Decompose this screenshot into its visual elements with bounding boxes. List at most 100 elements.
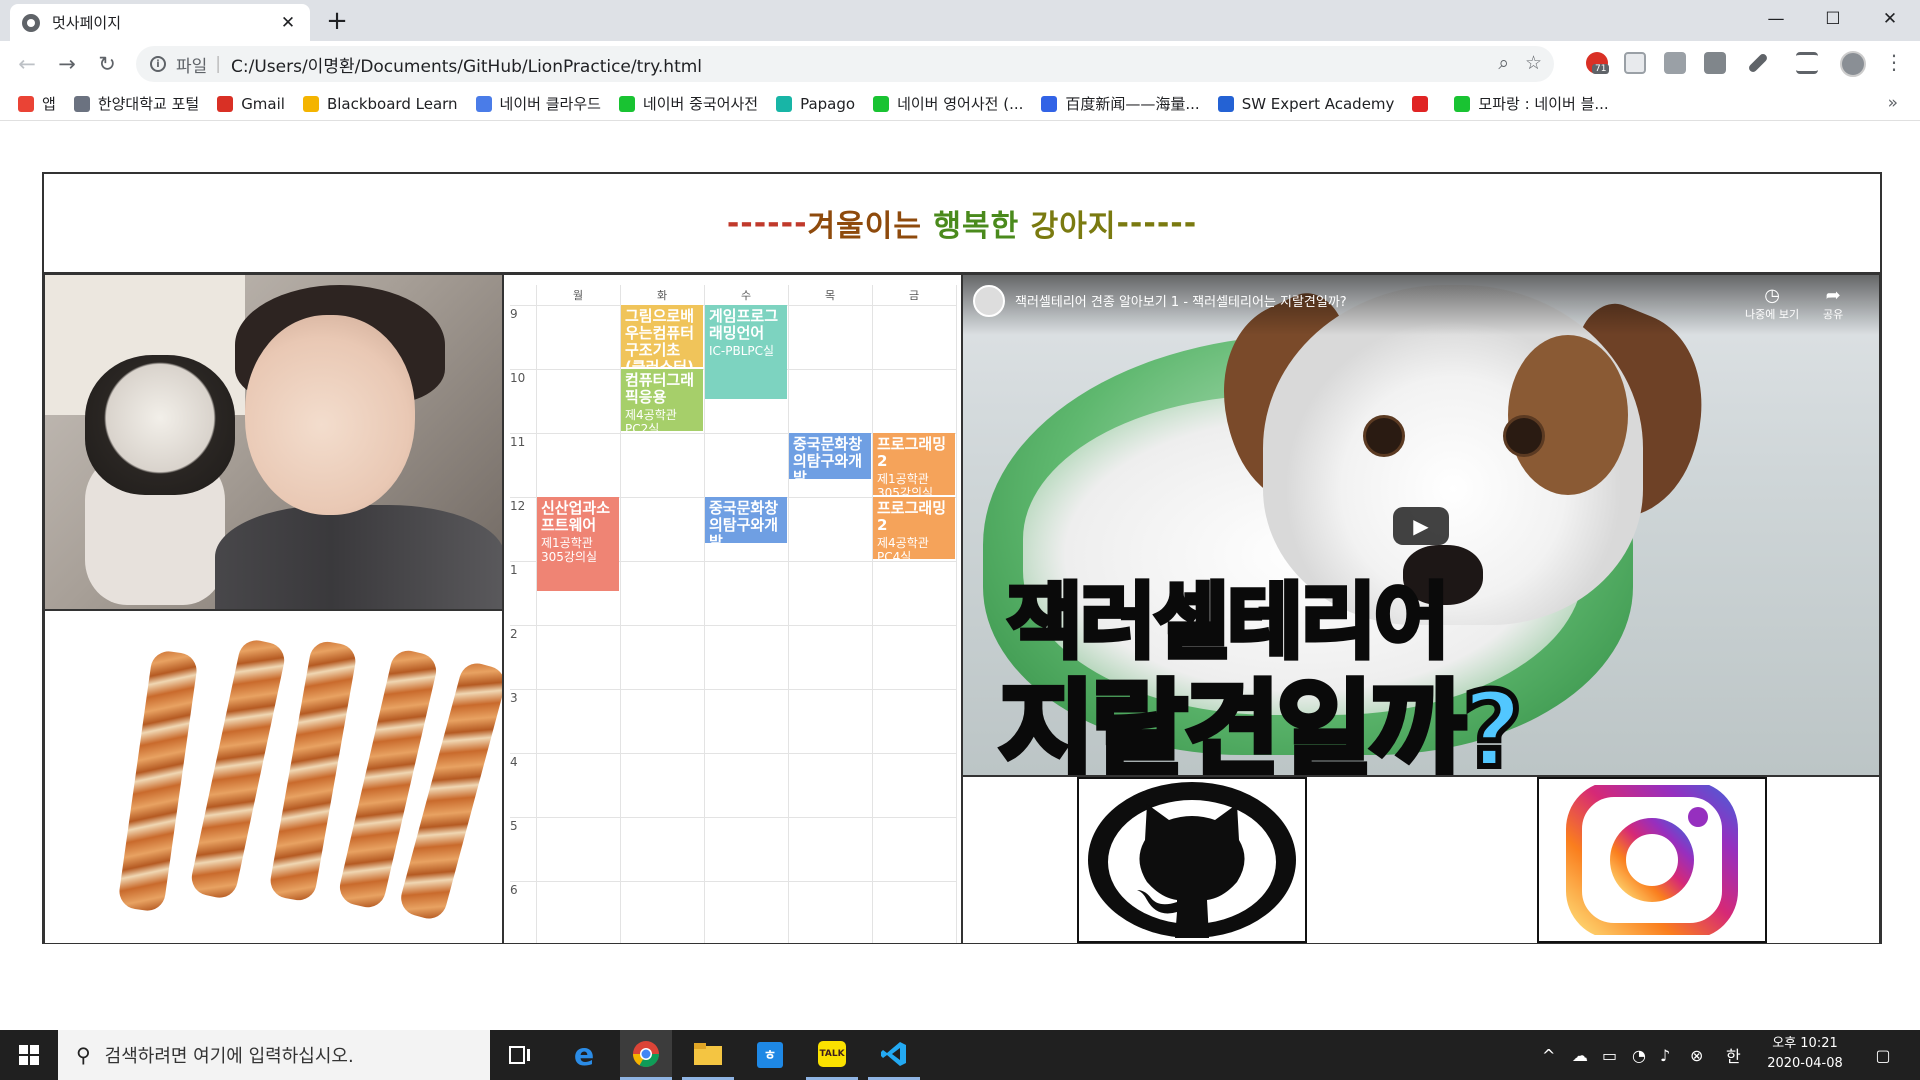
timetable-class-block[interactable]: 신산업과소프트웨어 제1공학관305강의실 (537, 497, 619, 591)
eyedropper-extension-icon[interactable] (1747, 52, 1769, 74)
taskbar-search[interactable]: ⚲ 검색하려면 여기에 입력하십시오. (58, 1030, 490, 1080)
bookmarks-more-icon[interactable]: » (1888, 93, 1898, 113)
naver-cloud-icon (475, 95, 492, 112)
media-control-icon[interactable] (1796, 52, 1818, 74)
class-name: 컴퓨터그래픽응용 (625, 371, 695, 406)
hangul-icon: ㅎ (757, 1042, 783, 1068)
class-room: 제4공학관PC2실 (625, 408, 677, 431)
reload-button[interactable]: ↻ (92, 49, 122, 79)
watch-later-button[interactable]: ◷ 나중에 보기 (1745, 285, 1799, 322)
bookmark-item[interactable]: 한양대학교 포털 (73, 93, 199, 114)
timetable-hour-label: 1 (510, 563, 518, 577)
file-explorer-taskbar-app[interactable] (682, 1030, 734, 1080)
bookmark-item[interactable]: Papago (776, 95, 855, 113)
show-hidden-icons[interactable]: ^ (1542, 1030, 1555, 1080)
bookmark-item[interactable]: 네이버 클라우드 (475, 93, 601, 114)
network-error-icon[interactable]: ⊗ (1690, 1030, 1703, 1080)
battery-icon[interactable]: ▭ (1602, 1030, 1617, 1080)
ime-indicator[interactable]: 한 (1726, 1030, 1741, 1080)
notifications-icon[interactable]: ▢ (1868, 1030, 1898, 1080)
bookmark-item[interactable]: 모파랑 : 네이버 블... (1454, 93, 1609, 114)
blackboard-icon (302, 95, 319, 112)
bookmark-item[interactable] (1412, 95, 1436, 112)
maximize-button[interactable]: ☐ (1805, 0, 1861, 38)
play-button[interactable]: ▶ (1393, 507, 1449, 545)
extension-icon[interactable] (1624, 52, 1646, 74)
bookmark-label: Gmail (241, 94, 285, 113)
forward-button[interactable]: → (52, 49, 82, 79)
search-placeholder: 검색하려면 여기에 입력하십시오. (104, 1046, 354, 1067)
address-url[interactable]: C:/Users/이명환/Documents/GitHub/LionPracti… (231, 52, 702, 77)
title-word-1: 겨울이는 (807, 209, 922, 244)
hangul-taskbar-app[interactable]: ㅎ (744, 1030, 796, 1080)
channel-avatar[interactable] (973, 285, 1005, 317)
video-title[interactable]: 잭러셀테리어 견종 알아보기 1 - 잭러셀테리어는 지랄견일까? (1015, 291, 1347, 310)
bookmark-label: 네이버 중국어사전 (642, 95, 759, 113)
instagram-link[interactable] (1537, 777, 1767, 943)
bookmark-item[interactable]: 앱 (18, 93, 56, 114)
bookmark-item[interactable]: 百度新闻——海量... (1041, 93, 1200, 114)
class-name: 프로그래밍2 (877, 499, 947, 534)
bookmark-item[interactable]: SW Expert Academy (1217, 95, 1394, 113)
clock-time: 오후 10:21 (1772, 1036, 1838, 1051)
bookmark-item[interactable]: Gmail (217, 95, 285, 113)
page-title: ------ 겨울이는 행복한 강아지 ------ (44, 174, 1880, 274)
active-tab[interactable]: 멋사페이지 ✕ (10, 4, 310, 41)
clock-date: 2020-04-08 (1767, 1056, 1843, 1071)
class-timetable: 월화수목금9101112123456그림으로배우는컴퓨터구조기초(클러스터)클러… (503, 274, 962, 944)
chrome-taskbar-app[interactable] (620, 1030, 672, 1080)
timetable-class-block[interactable]: 중국문화창의탐구와개발국제문화관116강의실 (789, 433, 871, 479)
timetable-gridline (510, 625, 956, 626)
extension-icon[interactable] (1704, 52, 1726, 74)
address-scheme: 파일 (176, 56, 208, 77)
class-name: 중국문화창의탐구와개발 (793, 435, 863, 480)
youtube-video-embed[interactable]: 잭러셀테리어 견종 알아보기 1 - 잭러셀테리어는 지랄견일까? ◷ 나중에 … (962, 274, 1880, 776)
start-button[interactable] (0, 1030, 58, 1080)
zoom-icon[interactable]: ⌕ (1498, 52, 1509, 74)
timetable-class-block[interactable]: 게임프로그래밍언어 IC-PBLPC실 (705, 305, 787, 399)
bookmark-star-icon[interactable]: ☆ (1525, 52, 1542, 74)
extension-icon[interactable] (1664, 52, 1686, 74)
volume-icon[interactable]: ♪ (1660, 1030, 1670, 1080)
menu-icon[interactable]: ⋮ (1884, 50, 1904, 74)
profile-avatar[interactable] (1840, 51, 1866, 77)
kakaotalk-taskbar-app[interactable]: TALK (806, 1030, 858, 1080)
class-room: 제1공학관305강의실 (541, 536, 598, 564)
timetable-class-block[interactable]: 그림으로배우는컴퓨터구조기초(클러스터)클러스터교육지원센터멀티미디어강의실 (621, 305, 703, 367)
timetable-class-block[interactable]: 프로그래밍2 제4공학관PC4실 (873, 497, 955, 559)
onedrive-icon[interactable]: ☁ (1572, 1030, 1588, 1080)
timetable-gridline (510, 753, 956, 754)
info-icon[interactable]: i (150, 56, 166, 72)
timetable-hour-label: 9 (510, 307, 518, 321)
blog-icon (1454, 95, 1471, 112)
class-name: 신산업과소프트웨어 (541, 499, 611, 534)
task-view-button[interactable] (494, 1030, 546, 1080)
tab-close-icon[interactable]: ✕ (278, 13, 298, 33)
timetable-class-block[interactable]: 중국문화창의탐구와개발국제문화관211강의실 (705, 497, 787, 543)
bookmark-item[interactable]: 네이버 영어사전 (... (873, 93, 1023, 114)
address-bar[interactable]: i 파일 | C:/Users/이명환/Documents/GitHub/Lio… (136, 46, 1554, 82)
new-tab-button[interactable]: + (322, 6, 352, 36)
timetable-hour-label: 12 (510, 499, 526, 513)
title-dashes-right: ------ (1116, 205, 1198, 241)
minimize-button[interactable]: — (1748, 0, 1804, 38)
back-button[interactable]: ← (12, 49, 42, 79)
system-clock[interactable]: 오후 10:21 2020-04-08 (1760, 1034, 1850, 1074)
timetable-gridline (872, 285, 873, 943)
edge-taskbar-app[interactable]: e (558, 1030, 610, 1080)
bookmark-item[interactable]: Blackboard Learn (302, 95, 458, 113)
vscode-taskbar-app[interactable] (868, 1030, 920, 1080)
timetable-class-block[interactable]: 컴퓨터그래픽응용 제4공학관PC2실 (621, 369, 703, 431)
chevron-up-icon: ^ (1542, 1045, 1556, 1065)
wifi-icon[interactable]: ◔ (1632, 1030, 1646, 1080)
timetable-hour-label: 5 (510, 819, 518, 833)
share-button[interactable]: ➦ 공유 (1823, 285, 1843, 322)
github-link[interactable] (1077, 777, 1307, 943)
edge-icon: e (573, 1037, 595, 1073)
play-icon: ▶ (1413, 514, 1429, 538)
bookmark-item[interactable]: 네이버 중국어사전 (618, 93, 759, 114)
class-name: 게임프로그래밍언어 (709, 307, 779, 342)
timetable-class-block[interactable]: 프로그래밍2 제1공학관305강의실 (873, 433, 955, 495)
close-window-button[interactable]: ✕ (1862, 0, 1918, 38)
papago-icon (776, 95, 793, 112)
